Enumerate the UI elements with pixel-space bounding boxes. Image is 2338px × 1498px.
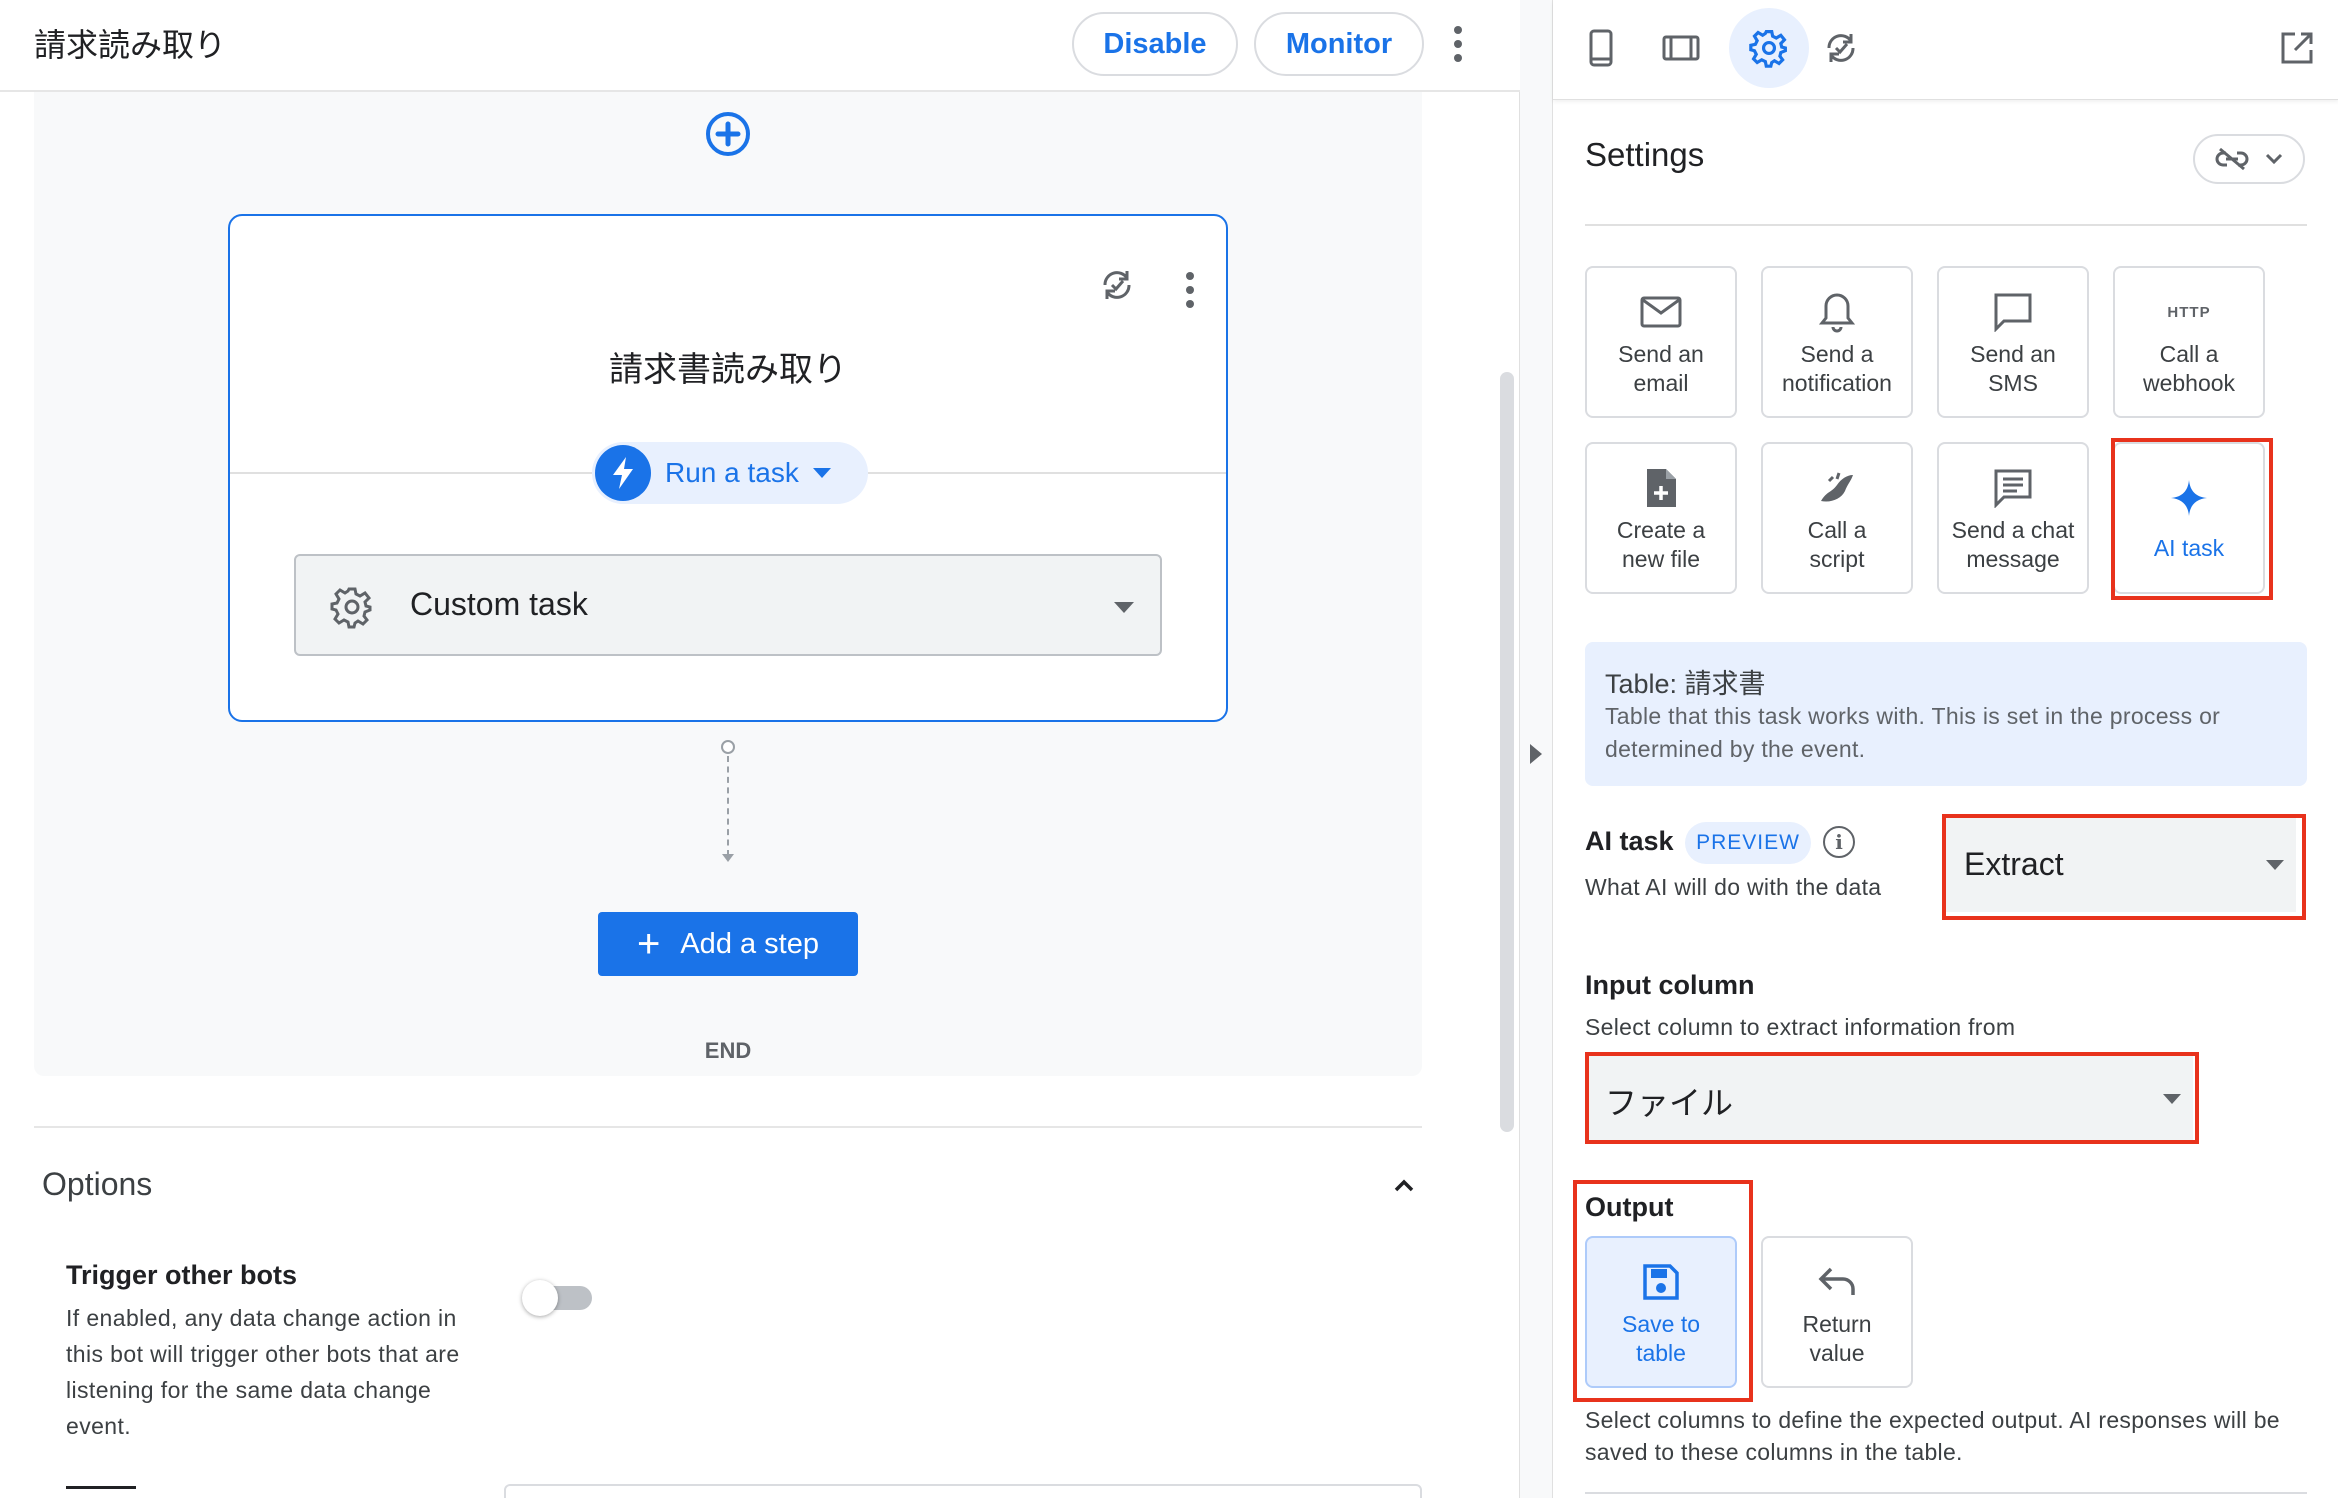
- call-webhook-tile[interactable]: HTTP Call a webhook: [2113, 266, 2265, 418]
- option-label: value: [1809, 1340, 1865, 1366]
- trigger-other-bots-title: Trigger other bots: [66, 1260, 298, 1290]
- bell-icon: [1819, 293, 1855, 333]
- connector-arrow-icon: [722, 854, 734, 862]
- chevron-down-icon: [1114, 602, 1134, 613]
- add-step-label: Add a step: [680, 927, 819, 960]
- settings-panel: Settings Send an email Send a notification…: [1552, 0, 2338, 1498]
- ai-task-label: AI task: [1585, 826, 1674, 856]
- output-desc: Select columns to define the expected ou…: [1585, 1407, 2280, 1465]
- disable-button[interactable]: Disable: [1072, 12, 1238, 76]
- more-options-icon[interactable]: [1453, 26, 1463, 62]
- tile-label: email: [1633, 370, 1689, 396]
- truncated-label: [66, 1486, 136, 1498]
- truncated-field[interactable]: [504, 1484, 1422, 1498]
- return-icon: [1818, 1267, 1855, 1295]
- connector-line: [727, 756, 729, 856]
- chat-bubble-icon: [1994, 293, 2032, 332]
- settings-title: Settings: [1585, 136, 1705, 173]
- options-divider: [34, 1126, 1422, 1128]
- plus-icon: +: [636, 922, 661, 966]
- bolt-icon: [595, 445, 651, 501]
- tile-label: notification: [1782, 370, 1892, 396]
- open-in-new-icon[interactable]: [2269, 20, 2325, 76]
- envelope-icon: [1640, 296, 1682, 328]
- return-value-option[interactable]: Return value: [1761, 1236, 1913, 1388]
- highlight-ai-task-select: [1942, 814, 2306, 920]
- trigger-other-bots-toggle[interactable]: [520, 1280, 596, 1316]
- tile-label: Create a: [1616, 517, 1706, 543]
- run-task-label: Run a task: [665, 457, 799, 488]
- tile-label: Call a: [2159, 341, 2219, 367]
- chevron-down-icon: [2265, 153, 2283, 165]
- info-icon[interactable]: i: [1823, 826, 1855, 858]
- send-email-tile[interactable]: Send an email: [1585, 266, 1737, 418]
- highlight-input-column: [1585, 1052, 2199, 1144]
- tile-label: Call a: [1807, 517, 1867, 543]
- gear-icon: [330, 587, 372, 629]
- chevron-down-icon: [812, 468, 831, 478]
- add-step-button[interactable]: + Add a step: [598, 912, 858, 976]
- settings-toolbar: [1553, 0, 2338, 100]
- tile-label: Send an: [1970, 341, 2056, 367]
- send-sms-tile[interactable]: Send an SMS: [1937, 266, 2089, 418]
- settings-divider: [1585, 224, 2307, 226]
- message-icon: [1994, 469, 2032, 508]
- table-info-title: Table: 請求書: [1605, 669, 1766, 699]
- step-more-icon[interactable]: [1185, 272, 1195, 308]
- tablet-icon[interactable]: [1653, 20, 1709, 76]
- new-file-icon: [1647, 469, 1676, 507]
- tile-label: Send an: [1618, 341, 1704, 367]
- editor-header: 請求読み取り Disable Monitor: [0, 0, 1520, 92]
- bottom-divider: [1585, 1492, 2307, 1494]
- send-chat-message-tile[interactable]: Send a chat message: [1937, 442, 2089, 594]
- options-title[interactable]: Options: [42, 1166, 152, 1203]
- end-label: END: [704, 1038, 752, 1063]
- tile-label: new file: [1622, 546, 1700, 572]
- monitor-button[interactable]: Monitor: [1254, 12, 1424, 76]
- sync-check-icon[interactable]: [1813, 20, 1869, 76]
- highlight-output: [1573, 1180, 1753, 1402]
- gear-icon[interactable]: [1729, 8, 1809, 88]
- input-column-desc: Select column to extract information fro…: [1585, 1014, 2016, 1040]
- ai-task-desc: What AI will do with the data: [1585, 874, 1882, 900]
- collapse-arrow-icon[interactable]: [1530, 744, 1542, 764]
- http-icon: HTTP: [2167, 303, 2211, 321]
- task-select[interactable]: Custom task: [294, 554, 1162, 656]
- chevron-up-icon[interactable]: [1392, 1174, 1416, 1198]
- highlight-ai-task: [2111, 438, 2273, 600]
- run-task-chip[interactable]: Run a task: [592, 442, 868, 504]
- link-off-icon: [2215, 147, 2249, 171]
- tile-label: Send a chat: [1951, 517, 2075, 543]
- option-label: Return: [1802, 1311, 1872, 1337]
- input-column-title: Input column: [1585, 970, 1755, 1000]
- table-info-desc: Table that this task works with. This is…: [1605, 703, 2221, 762]
- bot-editor-panel: 請求読み取り Disable Monitor 請求書読み取り Run a tas…: [0, 0, 1520, 1498]
- scrollbar[interactable]: [1500, 372, 1514, 1132]
- step-title[interactable]: 請求書読み取り: [230, 342, 1226, 391]
- send-notification-tile[interactable]: Send a notification: [1761, 266, 1913, 418]
- connector-node: [721, 740, 735, 754]
- bot-title: 請求読み取り: [34, 26, 227, 64]
- tile-label: Send a: [1800, 341, 1874, 367]
- tile-label: script: [1809, 546, 1865, 572]
- task-select-value: Custom task: [410, 586, 588, 622]
- link-toggle[interactable]: [2193, 134, 2305, 184]
- phone-icon[interactable]: [1573, 20, 1629, 76]
- sync-check-icon[interactable]: [1098, 266, 1136, 304]
- create-file-tile[interactable]: Create a new file: [1585, 442, 1737, 594]
- table-info-box: Table: 請求書 Table that this task works wi…: [1585, 642, 2307, 786]
- step-card[interactable]: 請求書読み取り Run a task Custom task: [228, 214, 1228, 722]
- tile-label: webhook: [2142, 370, 2236, 396]
- tile-label: message: [1966, 546, 2060, 572]
- call-script-tile[interactable]: Call a script: [1761, 442, 1913, 594]
- trigger-other-bots-desc: If enabled, any data change action in th…: [66, 1305, 460, 1439]
- preview-badge: PREVIEW: [1685, 822, 1811, 864]
- script-icon: [1821, 472, 1853, 502]
- tile-label: SMS: [1988, 370, 2038, 396]
- add-circle-icon[interactable]: [705, 111, 751, 157]
